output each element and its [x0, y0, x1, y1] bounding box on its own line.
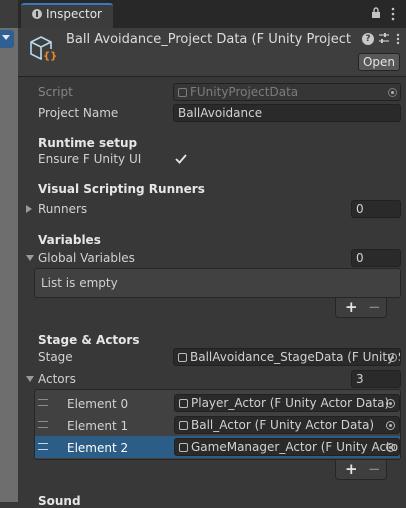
sound-heading: Sound — [38, 494, 81, 508]
runners-count-field[interactable]: 0 — [351, 200, 401, 218]
help-icon[interactable]: ? — [362, 33, 374, 45]
stage-asset-icon — [178, 353, 187, 362]
lock-icon[interactable] — [371, 7, 381, 19]
element-0-label: Element 0 — [67, 397, 129, 411]
tab-menu-icon[interactable] — [390, 7, 396, 21]
global-variables-add-remove: + − — [335, 298, 387, 318]
more-icon[interactable] — [396, 33, 400, 45]
scene-dropdown-button[interactable] — [0, 30, 14, 48]
object-picker-icon[interactable] — [388, 353, 397, 362]
open-button[interactable]: Open — [358, 53, 400, 71]
add-element-button[interactable]: + — [345, 298, 358, 316]
element-1-field[interactable]: Ball_Actor (F Unity Actor Data) — [174, 416, 400, 434]
object-title: Ball Avoidance_Project Data (F Unity Pro… — [66, 32, 354, 47]
project-name-label: Project Name — [38, 106, 119, 120]
runners-foldout-icon[interactable] — [26, 205, 32, 213]
stage-value: BallAvoidance_StageData (F Unity Stage D… — [190, 350, 400, 364]
remove-element-button[interactable]: − — [368, 298, 381, 316]
actor-asset-icon — [179, 443, 188, 452]
object-picker-icon[interactable] — [386, 421, 395, 430]
object-picker-icon[interactable] — [388, 88, 397, 97]
chevron-down-icon — [2, 35, 10, 40]
scene-toolbar-edge — [0, 0, 18, 28]
element-1-value: Ball_Actor (F Unity Actor Data) — [191, 418, 375, 432]
element-2-label: Element 2 — [67, 441, 129, 455]
ensure-ui-checkbox[interactable] — [174, 152, 188, 166]
script-label: Script — [38, 85, 73, 99]
variables-heading: Variables — [38, 233, 101, 247]
object-picker-icon[interactable] — [386, 443, 395, 452]
element-1-label: Element 1 — [67, 419, 129, 433]
drag-handle-icon[interactable] — [38, 421, 48, 428]
actor-asset-icon — [179, 399, 188, 408]
global-variables-label: Global Variables — [38, 251, 135, 265]
svg-text:{}: {} — [43, 51, 57, 62]
settings-icon[interactable] — [378, 32, 390, 44]
global-variables-foldout-icon[interactable] — [26, 255, 34, 261]
drag-handle-icon[interactable] — [38, 399, 48, 406]
script-file-icon — [178, 88, 187, 97]
script-field[interactable]: FUnityProjectData — [173, 83, 401, 101]
drag-handle-icon[interactable] — [38, 443, 48, 450]
actors-label: Actors — [38, 372, 76, 386]
runners-label: Runners — [38, 202, 88, 216]
global-variables-list: List is empty — [34, 268, 401, 298]
element-2-value: GameManager_Actor (F Unity Actor Data) — [191, 440, 400, 454]
stage-field[interactable]: BallAvoidance_StageData (F Unity Stage D… — [173, 348, 401, 366]
project-name-field[interactable]: BallAvoidance — [173, 104, 401, 122]
actors-foldout-icon[interactable] — [26, 376, 34, 382]
tab-title: Inspector — [46, 7, 102, 21]
element-0-value: Player_Actor (F Unity Actor Data) — [191, 396, 390, 410]
actor-asset-icon — [179, 421, 188, 430]
object-picker-icon[interactable] — [386, 399, 395, 408]
element-2-field[interactable]: GameManager_Actor (F Unity Actor Data) — [174, 438, 400, 456]
actors-add-remove: + − — [335, 460, 387, 480]
actors-count-field[interactable]: 3 — [351, 370, 401, 388]
script-value: FUnityProjectData — [190, 85, 299, 99]
info-icon — [32, 9, 42, 19]
vs-runners-heading: Visual Scripting Runners — [38, 182, 205, 196]
remove-element-button[interactable]: − — [368, 460, 381, 478]
stage-actors-heading: Stage & Actors — [38, 333, 140, 347]
global-variables-count-field[interactable]: 0 — [351, 249, 401, 267]
stage-label: Stage — [38, 350, 73, 364]
list-empty-text: List is empty — [41, 276, 118, 290]
scene-view-edge — [0, 0, 18, 502]
element-0-field[interactable]: Player_Actor (F Unity Actor Data) — [174, 394, 400, 412]
checkmark-icon — [175, 154, 187, 164]
asset-icon: {} — [30, 36, 57, 62]
add-element-button[interactable]: + — [345, 460, 358, 478]
runtime-setup-heading: Runtime setup — [38, 136, 138, 150]
ensure-ui-label: Ensure F Unity UI — [38, 152, 142, 166]
